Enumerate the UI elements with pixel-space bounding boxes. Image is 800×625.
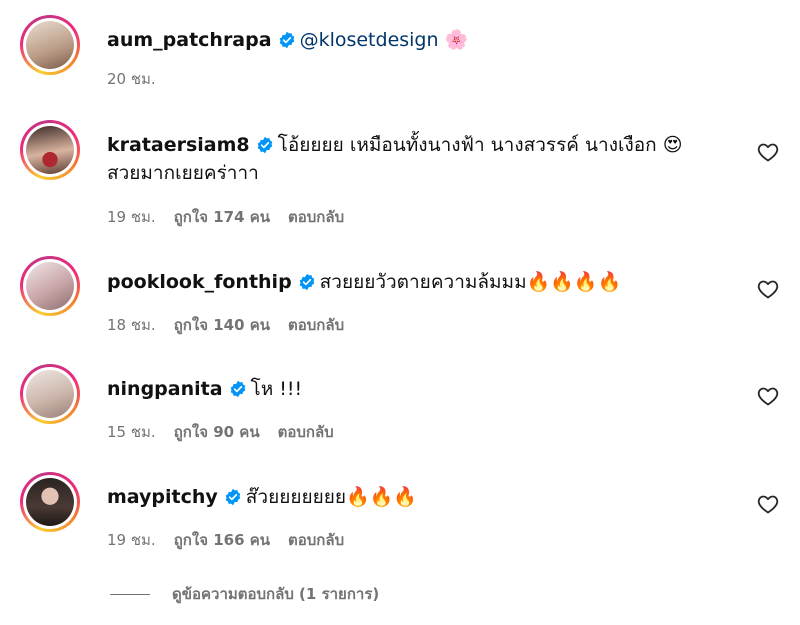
comment-time[interactable]: 20 ชม. (107, 70, 156, 88)
verified-badge-icon (279, 31, 294, 49)
avatar-ring[interactable] (20, 472, 80, 532)
reply-button[interactable]: ตอบกลับ (278, 423, 334, 441)
comment-time[interactable]: 19 ชม. (107, 531, 156, 549)
heart-icon[interactable] (756, 384, 780, 408)
mention-link[interactable]: @klosetdesign (300, 29, 439, 51)
heart-icon[interactable] (756, 140, 780, 164)
avatar-ring[interactable] (20, 364, 80, 424)
reply-button[interactable]: ตอบกลับ (288, 531, 344, 549)
comment-text: สวยยยวัวตายความล้มมม🔥🔥🔥🔥 (319, 271, 622, 293)
flower-emoji: 🌸 (444, 29, 469, 51)
username[interactable]: aum_patchrapa (107, 29, 272, 51)
reply-button[interactable]: ตอบกลับ (288, 316, 344, 334)
avatar-ring[interactable] (20, 120, 80, 180)
comment-time[interactable]: 18 ชม. (107, 316, 156, 334)
username[interactable]: ningpanita (107, 378, 223, 400)
comment-time[interactable]: 15 ชม. (107, 423, 156, 441)
comment-text: โอ้ยยยย เหมือนทั้งนางฟ้า นางสวรรค์ นางเง… (277, 134, 683, 156)
avatar (26, 478, 74, 526)
verified-badge-icon (257, 136, 272, 154)
reply-button[interactable]: ตอบกลับ (288, 208, 344, 226)
heart-icon[interactable] (756, 277, 780, 301)
avatar-ring[interactable] (20, 15, 80, 75)
avatar (26, 21, 74, 69)
heart-icon[interactable] (756, 492, 780, 516)
avatar (26, 126, 74, 174)
replies-divider (110, 594, 150, 595)
comment-time[interactable]: 19 ชม. (107, 208, 156, 226)
avatar-ring[interactable] (20, 256, 80, 316)
comment-text: ส๊วยยยยยยย🔥🔥🔥 (245, 486, 417, 508)
verified-badge-icon (230, 380, 245, 398)
avatar (26, 262, 74, 310)
likes-count[interactable]: ถูกใจ 140 คน (174, 316, 270, 334)
avatar (26, 370, 74, 418)
likes-count[interactable]: ถูกใจ 90 คน (174, 423, 260, 441)
comment-text-continued: สวยมากเยยคร่าาา (107, 162, 259, 184)
verified-badge-icon (225, 488, 241, 506)
comment-text: โห !!! (250, 378, 303, 400)
view-replies-button[interactable]: ดูข้อความตอบกลับ (1 รายการ) (110, 582, 379, 606)
view-replies-label: ดูข้อความตอบกลับ (1 รายการ) (172, 585, 380, 603)
username[interactable]: krataersiam8 (107, 134, 250, 156)
likes-count[interactable]: ถูกใจ 166 คน (174, 531, 270, 549)
username[interactable]: pooklook_fonthip (107, 271, 292, 293)
verified-badge-icon (299, 273, 314, 291)
username[interactable]: maypitchy (107, 486, 218, 508)
likes-count[interactable]: ถูกใจ 174 คน (174, 208, 270, 226)
